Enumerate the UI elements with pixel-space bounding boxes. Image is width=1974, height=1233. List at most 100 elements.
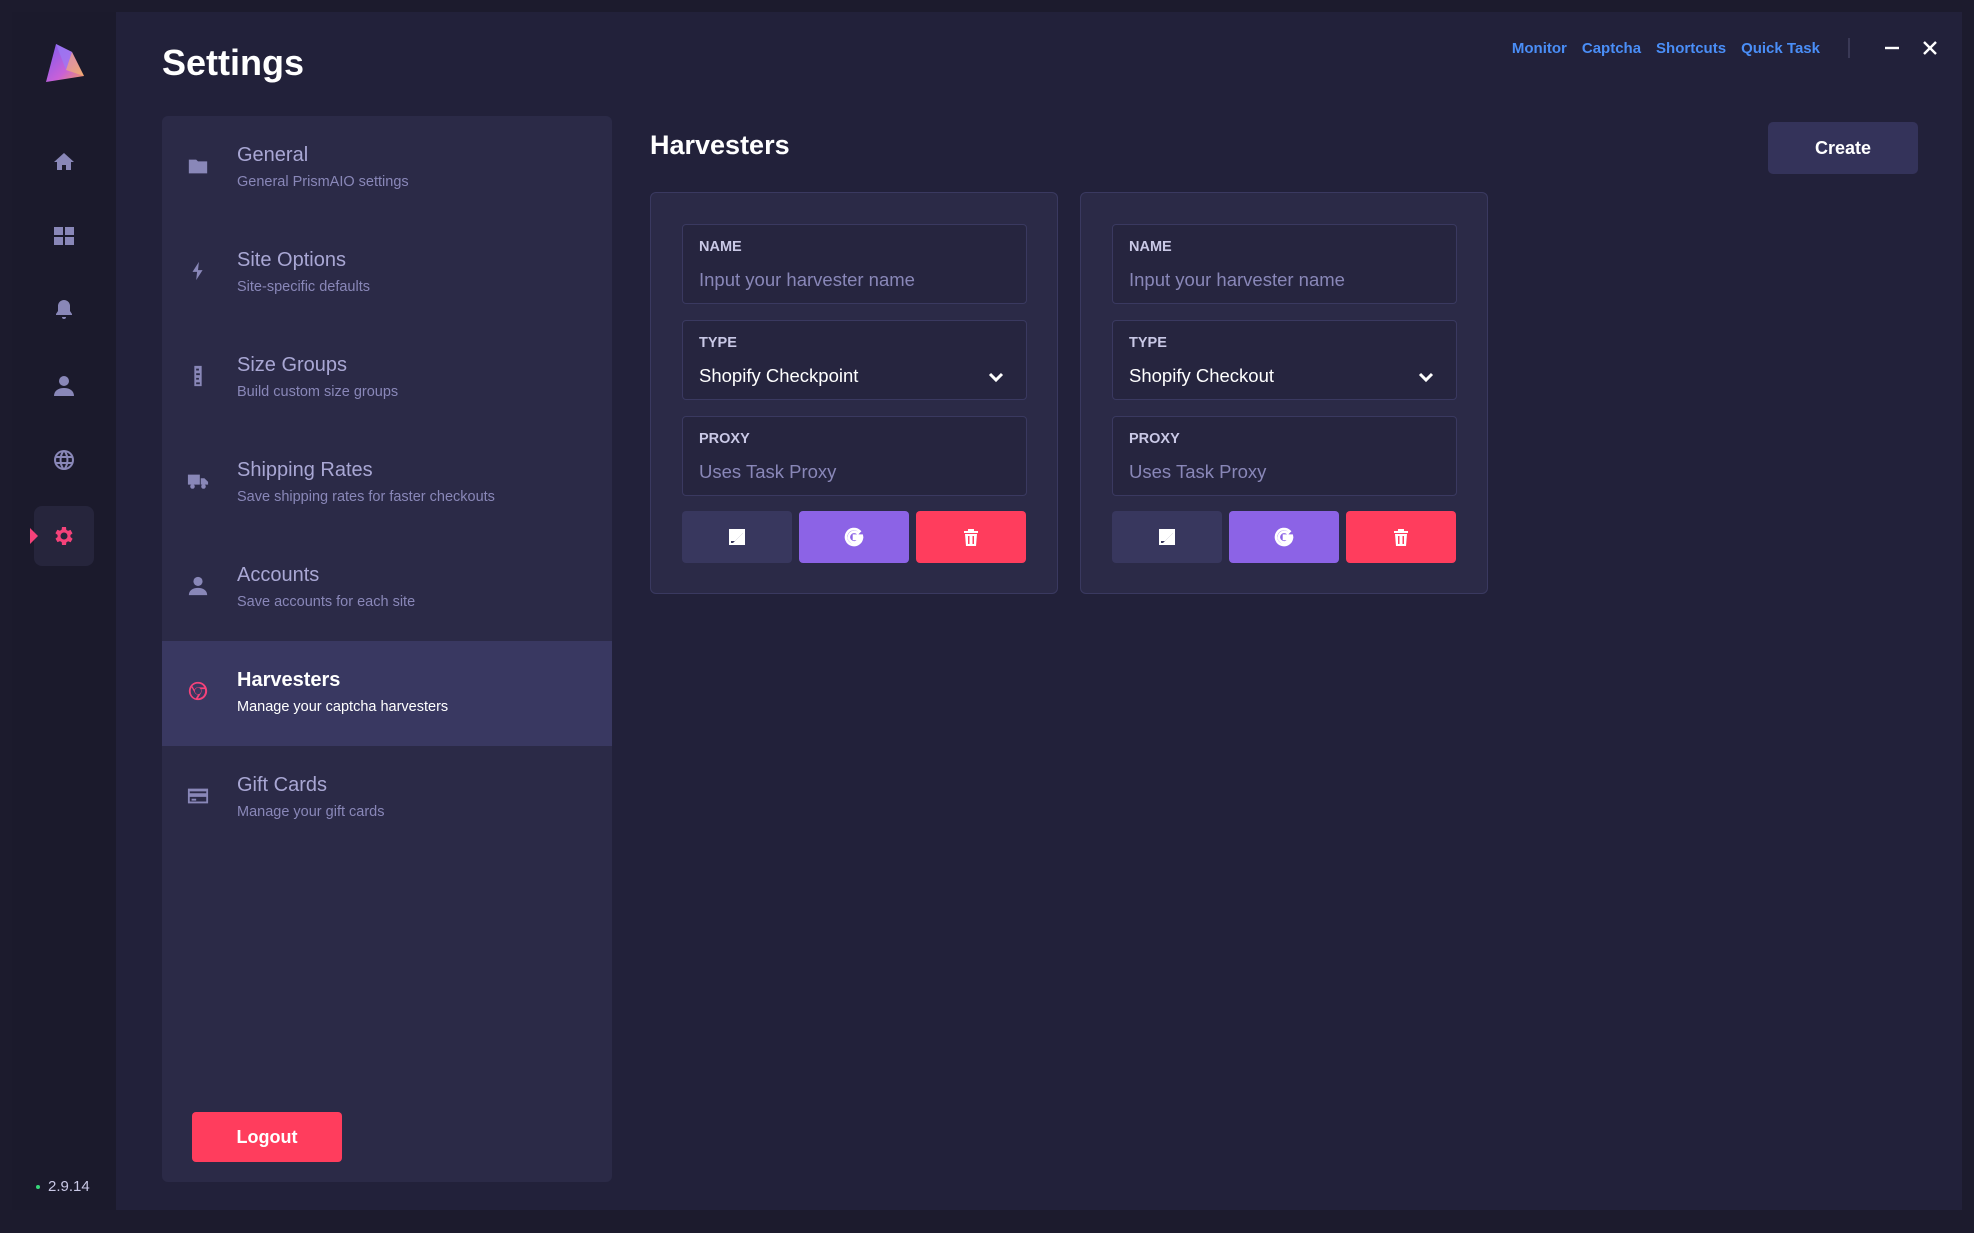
app-window: 2.9.14 Settings Monitor Captcha Shortcut… [12,12,1962,1210]
settings-nav: General General PrismAIO settings Site O… [162,116,612,1182]
google-icon [1274,527,1294,547]
nav-subtitle: Save shipping rates for faster checkouts [237,489,495,505]
bell-icon [56,300,72,319]
nav-title: General [237,144,309,166]
nav-title: Size Groups [237,354,348,376]
type-value: Shopify Checkpoint [699,365,859,386]
nav-item-harvesters[interactable]: Harvesters Manage your captcha harvester… [162,641,612,746]
nav-icon [186,364,210,388]
nav-title: Accounts [237,564,320,586]
close-icon [1923,41,1937,55]
active-marker [30,528,38,544]
chevron-down-icon [986,367,1006,387]
proxy-input[interactable] [1129,459,1429,485]
rail-home[interactable] [34,132,94,192]
nav-title: Gift Cards [237,774,328,796]
section-title: Harvesters [650,130,790,160]
field-label: PROXY [699,431,750,447]
open-harvester-button[interactable] [1112,511,1222,563]
nav-title: Site Options [237,249,346,271]
chrome-icon [188,681,208,701]
nav-subtitle: Manage your captcha harvesters [237,699,449,715]
nav-icon [186,679,210,703]
chevron-down-icon [1416,367,1436,387]
top-nav: Monitor Captcha Shortcuts Quick Task [1512,40,1820,57]
prism-logo [46,44,84,82]
rail-notifications[interactable] [34,280,94,340]
type-select[interactable]: TYPE Shopify Checkpoint [682,320,1027,400]
globe-icon [54,450,74,470]
delete-harvester-button[interactable] [916,511,1026,563]
version-text: 2.9.14 [48,1178,90,1195]
top-link-captcha[interactable]: Captcha [1582,40,1641,57]
proxy-input[interactable] [699,459,999,485]
rail-proxies[interactable] [34,430,94,490]
harvester-card: NAME TYPE Shopify Checkpoint PROXY [650,192,1058,594]
name-field: NAME [1112,224,1457,304]
nav-icon [186,574,210,598]
dashboard-icon [54,227,74,245]
nav-item-general[interactable]: General General PrismAIO settings [162,116,612,221]
minimize-button[interactable] [1880,36,1904,60]
rail-profiles[interactable] [34,356,94,416]
nav-icon [186,154,210,178]
google-login-button[interactable] [1229,511,1339,563]
ruler-icon [194,365,202,387]
minimize-icon [1885,46,1899,50]
gear-icon [55,527,73,545]
nav-subtitle: Save accounts for each site [237,594,416,610]
open-window-icon [729,529,745,545]
user-icon [54,376,74,396]
nav-subtitle: Manage your gift cards [237,804,385,820]
credit-card-icon [187,788,209,804]
google-icon [844,527,864,547]
nav-title: Shipping Rates [237,459,373,481]
google-login-button[interactable] [799,511,909,563]
status-dot [36,1184,40,1189]
top-link-shortcuts[interactable]: Shortcuts [1656,40,1726,57]
open-window-icon [1159,529,1175,545]
nav-item-gift-cards[interactable]: Gift Cards Manage your gift cards [162,746,612,851]
trash-icon [964,529,978,546]
name-input[interactable] [699,267,999,293]
folder-icon [188,159,208,174]
header-divider [1848,38,1850,58]
field-label: TYPE [1129,335,1167,351]
nav-item-site-options[interactable]: Site Options Site-specific defaults [162,221,612,326]
create-button[interactable]: Create [1768,122,1918,174]
delete-harvester-button[interactable] [1346,511,1456,563]
truck-icon [187,474,209,489]
logout-button[interactable]: Logout [192,1112,342,1162]
field-label: TYPE [699,335,737,351]
type-select[interactable]: TYPE Shopify Checkout [1112,320,1457,400]
rail-settings[interactable] [30,506,94,566]
rail-dashboard[interactable] [34,206,94,266]
nav-item-accounts[interactable]: Accounts Save accounts for each site [162,536,612,641]
field-label: NAME [699,239,742,255]
nav-icon [186,784,210,808]
top-link-monitor[interactable]: Monitor [1512,40,1567,57]
open-harvester-button[interactable] [682,511,792,563]
nav-subtitle: Build custom size groups [237,384,399,400]
nav-icon [186,469,210,493]
nav-icon [186,259,210,283]
type-value: Shopify Checkout [1129,365,1275,386]
field-label: NAME [1129,239,1172,255]
proxy-field: PROXY [1112,416,1457,496]
version-label: 2.9.14 [36,1178,90,1195]
name-input[interactable] [1129,267,1429,293]
nav-item-shipping-rates[interactable]: Shipping Rates Save shipping rates for f… [162,431,612,536]
nav-subtitle: General PrismAIO settings [237,174,409,190]
user-icon [188,576,208,596]
field-label: PROXY [1129,431,1180,447]
nav-item-size-groups[interactable]: Size Groups Build custom size groups [162,326,612,431]
nav-subtitle: Site-specific defaults [237,279,370,295]
proxy-field: PROXY [682,416,1027,496]
harvester-card: NAME TYPE Shopify Checkout PROXY [1080,192,1488,594]
top-link-quick-task[interactable]: Quick Task [1741,40,1820,57]
close-button[interactable] [1918,36,1942,60]
icon-rail: 2.9.14 [12,12,116,1210]
bolt-icon [192,261,203,281]
nav-title: Harvesters [237,669,341,691]
trash-icon [1394,529,1408,546]
